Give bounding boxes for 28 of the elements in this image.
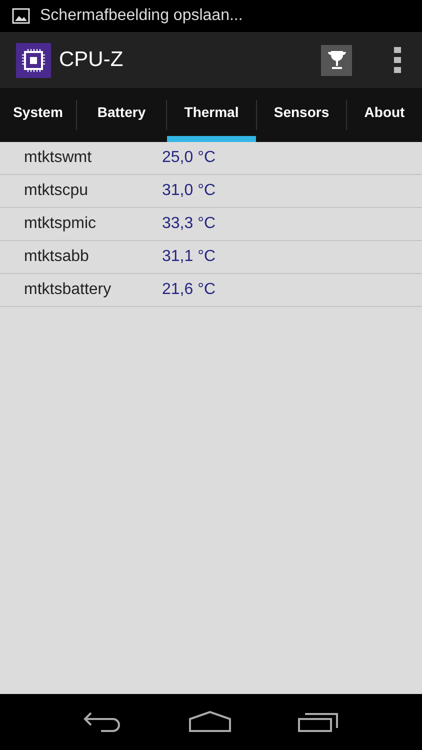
sensor-name: mtktsbattery [23,280,112,300]
sensor-name: mtktswmt [23,148,93,168]
sensor-temperature: 21,6 °C [162,280,216,300]
notification-text: Schermafbeelding opslaan... [40,6,243,26]
tab[interactable]: Battery [77,88,166,142]
tab[interactable]: Thermal [167,88,256,142]
chip-icon [16,42,51,78]
trophy-button[interactable] [321,44,352,76]
menu-button[interactable] [392,47,402,73]
home-button[interactable] [188,711,232,733]
sensor-temperature: 25,0 °C [162,148,216,168]
app-title: CPU-Z [59,47,124,74]
recent-apps-button[interactable] [297,711,340,733]
tab[interactable]: Sensors [257,88,346,142]
tab[interactable]: About [347,88,422,142]
sensor-name: mtktscpu [23,181,90,201]
tab[interactable]: System [0,88,76,142]
sensor-name: mtktsabb [23,247,90,267]
sensor-temperature: 33,3 °C [162,214,216,234]
image-icon [12,8,30,24]
trophy-icon [326,49,348,71]
back-icon [82,711,123,733]
home-icon [188,711,232,733]
recent-apps-icon [297,711,340,733]
sensor-temperature: 31,1 °C [162,247,216,267]
back-button[interactable] [82,711,123,733]
sensor-temperature: 31,0 °C [162,181,216,201]
sensor-name: mtktspmic [23,214,97,234]
